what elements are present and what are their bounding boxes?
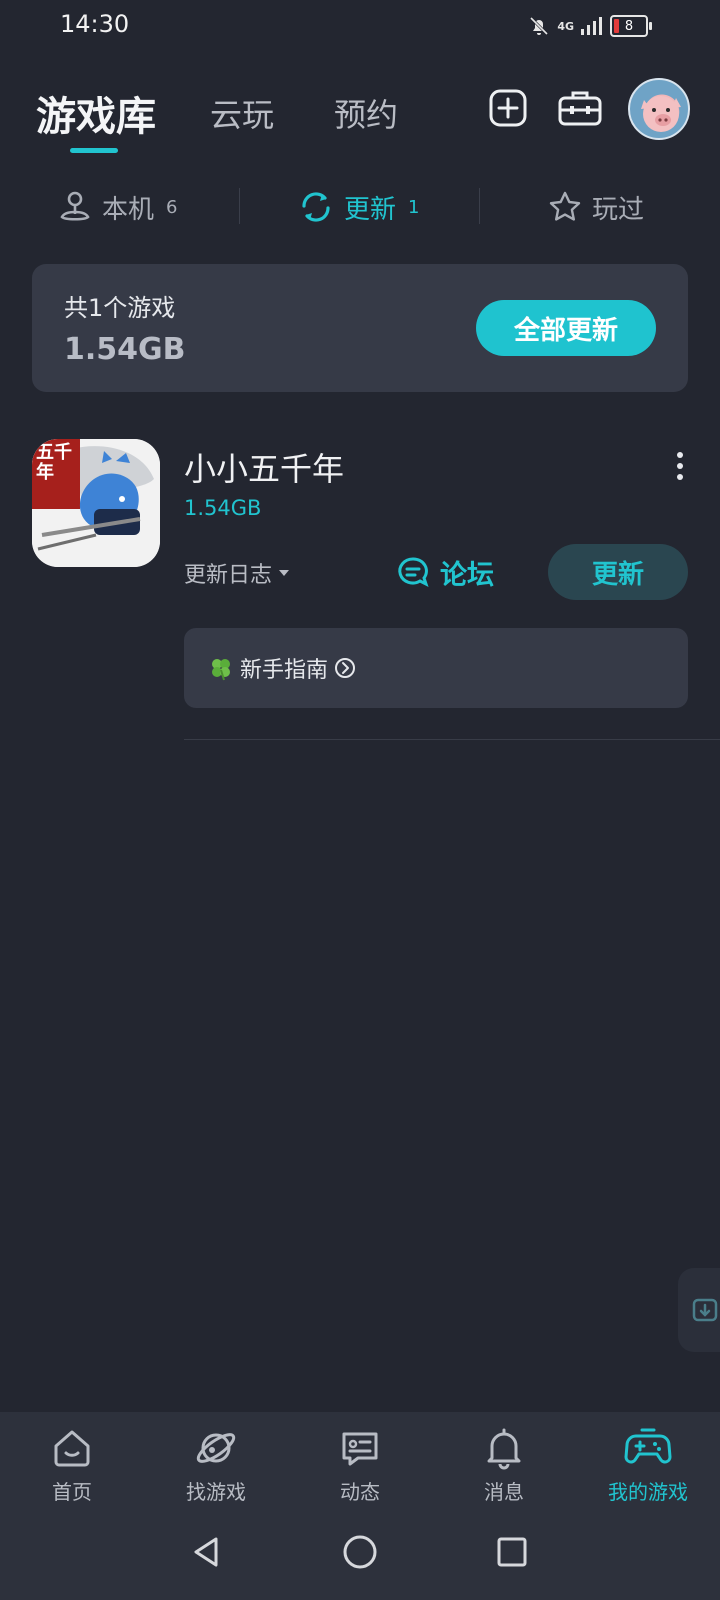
nav-activity[interactable]: 动态	[300, 1426, 420, 1505]
update-all-button[interactable]: 全部更新	[476, 300, 656, 356]
game-icon[interactable]: 五千年	[32, 439, 160, 567]
system-recents-button[interactable]	[490, 1530, 534, 1574]
chat-bubble-icon	[398, 557, 429, 587]
game-size: 1.54GB	[184, 496, 262, 520]
subtab-played[interactable]: 玩过	[548, 185, 644, 229]
user-avatar[interactable]	[628, 78, 690, 140]
tab-reservation[interactable]: 预约	[334, 90, 398, 136]
planet-icon	[196, 1433, 236, 1463]
subtab-local-label: 本机	[102, 194, 155, 225]
row-divider	[184, 739, 720, 740]
refresh-icon	[302, 192, 330, 222]
clover-icon	[212, 659, 230, 681]
update-game-button[interactable]: 更新	[548, 544, 688, 600]
total-size: 1.54GB	[64, 332, 186, 367]
nav-home-label: 首页	[52, 1480, 92, 1504]
tab-active-indicator	[70, 148, 118, 153]
plus-square-icon	[489, 89, 527, 127]
nav-messages-label: 消息	[484, 1480, 524, 1504]
game-icon-text: 五千年	[36, 442, 72, 483]
add-game-button[interactable]	[482, 82, 534, 134]
subtab-updates-count: 1	[408, 196, 420, 218]
system-home-button[interactable]	[338, 1530, 382, 1574]
message-card-icon	[342, 1432, 378, 1466]
bell-icon	[487, 1428, 521, 1470]
back-triangle-icon	[194, 1537, 218, 1567]
pig-avatar-icon	[641, 96, 681, 132]
home-circle-icon	[343, 1535, 377, 1569]
nav-find-games[interactable]: 找游戏	[156, 1426, 276, 1505]
home-icon	[54, 1430, 90, 1467]
status-icons: 4G 8	[527, 14, 652, 38]
nav-my-games-label: 我的游戏	[608, 1480, 688, 1504]
tab-game-library[interactable]: 游戏库	[36, 84, 156, 142]
network-label: 4G	[557, 19, 574, 33]
gamepad-icon	[624, 1428, 672, 1464]
update-summary-card: 共1个游戏 1.54GB 全部更新	[32, 264, 688, 392]
more-options-button[interactable]	[664, 448, 696, 484]
toolbox-icon	[558, 91, 602, 126]
forum-label: 论坛	[440, 559, 494, 591]
subtab-local[interactable]: 本机 6	[58, 185, 177, 229]
star-icon	[549, 191, 581, 221]
floating-download-tab[interactable]	[678, 1268, 720, 1352]
bell-muted-icon	[530, 16, 549, 36]
chevron-right-circle-icon	[335, 658, 356, 678]
subtab-played-label: 玩过	[592, 194, 645, 225]
changelog-toggle[interactable]: 更新日志	[184, 557, 290, 589]
tab-cloud-play[interactable]: 云玩	[210, 90, 274, 136]
toolbox-button[interactable]	[554, 82, 606, 134]
status-time: 14:30	[60, 10, 130, 38]
battery-icon: 8	[610, 15, 652, 37]
more-dot	[677, 452, 683, 458]
nav-messages[interactable]: 消息	[444, 1426, 564, 1505]
nav-activity-label: 动态	[340, 1480, 380, 1504]
subtab-divider	[239, 188, 240, 224]
subtab-updates[interactable]: 更新 1	[298, 185, 419, 229]
bottom-navigation: 首页 找游戏 动态 消息 我的游戏	[0, 1412, 720, 1600]
subtab-local-count: 6	[166, 196, 178, 218]
subtab-updates-label: 更新	[344, 194, 397, 225]
changelog-label: 更新日志	[184, 563, 273, 588]
joystick-icon	[60, 191, 90, 221]
forum-button[interactable]: 论坛	[396, 552, 494, 592]
game-count-text: 共1个游戏	[64, 294, 176, 322]
battery-level: 8	[624, 18, 634, 34]
recents-square-icon	[497, 1537, 527, 1567]
more-dot	[677, 474, 683, 480]
caret-down-icon	[279, 570, 290, 576]
download-icon	[692, 1298, 718, 1322]
game-title[interactable]: 小小五千年	[184, 444, 344, 490]
nav-find-games-label: 找游戏	[186, 1480, 246, 1504]
nav-my-games[interactable]: 我的游戏	[588, 1426, 708, 1505]
more-dot	[677, 463, 683, 469]
beginner-guide-card[interactable]: 新手指南	[184, 628, 688, 708]
nav-home[interactable]: 首页	[12, 1426, 132, 1505]
guide-label: 新手指南	[240, 658, 329, 683]
signal-icon	[581, 17, 602, 35]
system-back-button[interactable]	[184, 1530, 228, 1574]
subtab-divider	[479, 188, 480, 224]
